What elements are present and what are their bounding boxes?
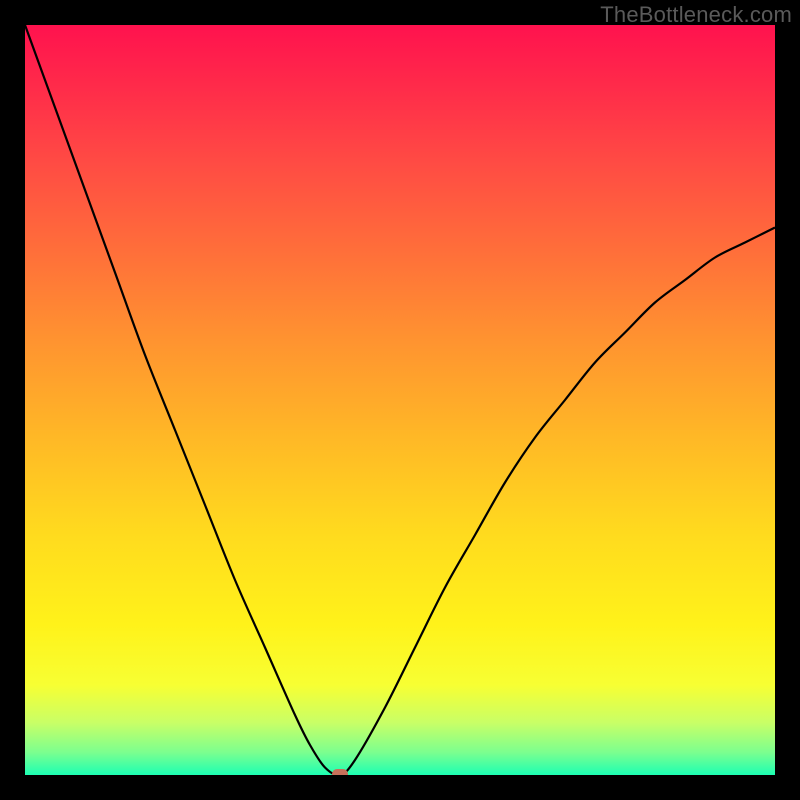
bottleneck-curve [25, 25, 775, 775]
minimum-marker [332, 769, 348, 775]
plot-area [25, 25, 775, 775]
chart-frame: TheBottleneck.com [0, 0, 800, 800]
